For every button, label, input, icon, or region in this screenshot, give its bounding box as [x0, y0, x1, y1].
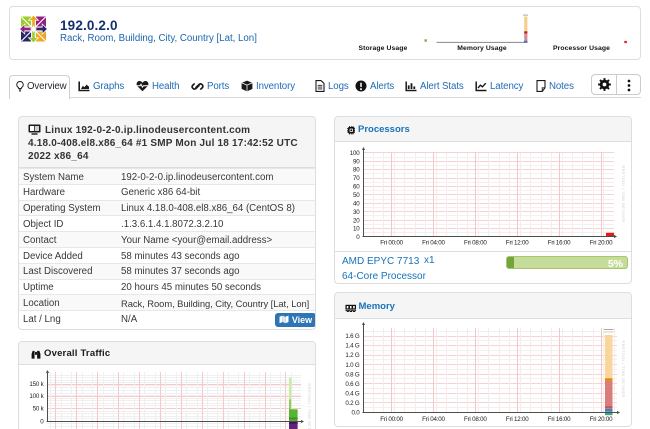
svg-text:1.0 G: 1.0 G — [345, 362, 360, 369]
svg-text:RRDTOOL / TOBI OETIKER: RRDTOOL / TOBI OETIKER — [621, 165, 626, 222]
svg-text:Memory Usage: Memory Usage — [457, 45, 507, 52]
svg-text:Processor Usage: Processor Usage — [553, 45, 610, 52]
svg-text:Fri 04:00: Fri 04:00 — [422, 416, 445, 423]
svg-text:0.4 G: 0.4 G — [345, 390, 360, 397]
svg-text:0.8 G: 0.8 G — [345, 371, 360, 378]
svg-text:Fri 20:00: Fri 20:00 — [590, 240, 613, 247]
svg-text:50: 50 — [353, 192, 360, 199]
svg-text:Fri 00:00: Fri 00:00 — [380, 416, 403, 423]
svg-text:Fri 16:00: Fri 16:00 — [548, 416, 571, 423]
svg-text:1.6 G: 1.6 G — [345, 333, 360, 340]
svg-text:70: 70 — [353, 175, 360, 182]
svg-text:Fri 00:00: Fri 00:00 — [380, 240, 403, 247]
svg-text:0.6 G: 0.6 G — [345, 381, 360, 388]
svg-text:20: 20 — [353, 217, 360, 224]
svg-text:Fri 12:00: Fri 12:00 — [506, 240, 529, 247]
svg-text:0.0: 0.0 — [351, 409, 360, 416]
svg-text:Fri 04:00: Fri 04:00 — [422, 240, 445, 247]
svg-text:RRDTOOL / TOBI OETIKER: RRDTOOL / TOBI OETIKER — [307, 383, 312, 429]
svg-text:100 k: 100 k — [29, 393, 44, 400]
svg-text:1.4 G: 1.4 G — [345, 343, 360, 350]
svg-text:1.2 G: 1.2 G — [345, 352, 360, 359]
svg-text:90: 90 — [353, 158, 360, 165]
svg-text:80: 80 — [353, 167, 360, 174]
svg-text:10: 10 — [353, 226, 360, 233]
svg-text:150 k: 150 k — [29, 381, 44, 388]
svg-text:0: 0 — [356, 234, 360, 241]
svg-text:50 k: 50 k — [33, 405, 45, 412]
svg-text:0: 0 — [40, 418, 44, 425]
svg-text:Fri 20:00: Fri 20:00 — [590, 416, 613, 423]
svg-text:100: 100 — [350, 150, 360, 157]
svg-text:Fri 12:00: Fri 12:00 — [506, 416, 529, 423]
svg-text:Storage Usage: Storage Usage — [359, 45, 408, 52]
svg-text:0.2 G: 0.2 G — [345, 400, 360, 407]
svg-text:Fri 08:00: Fri 08:00 — [464, 416, 487, 423]
svg-text:60: 60 — [353, 184, 360, 191]
svg-text:30: 30 — [353, 209, 360, 216]
svg-text:RRDTOOL / TOBI OETIKER: RRDTOOL / TOBI OETIKER — [621, 340, 626, 397]
svg-text:Fri 08:00: Fri 08:00 — [464, 240, 487, 247]
svg-text:Fri 16:00: Fri 16:00 — [548, 240, 571, 247]
svg-text:40: 40 — [353, 200, 360, 207]
